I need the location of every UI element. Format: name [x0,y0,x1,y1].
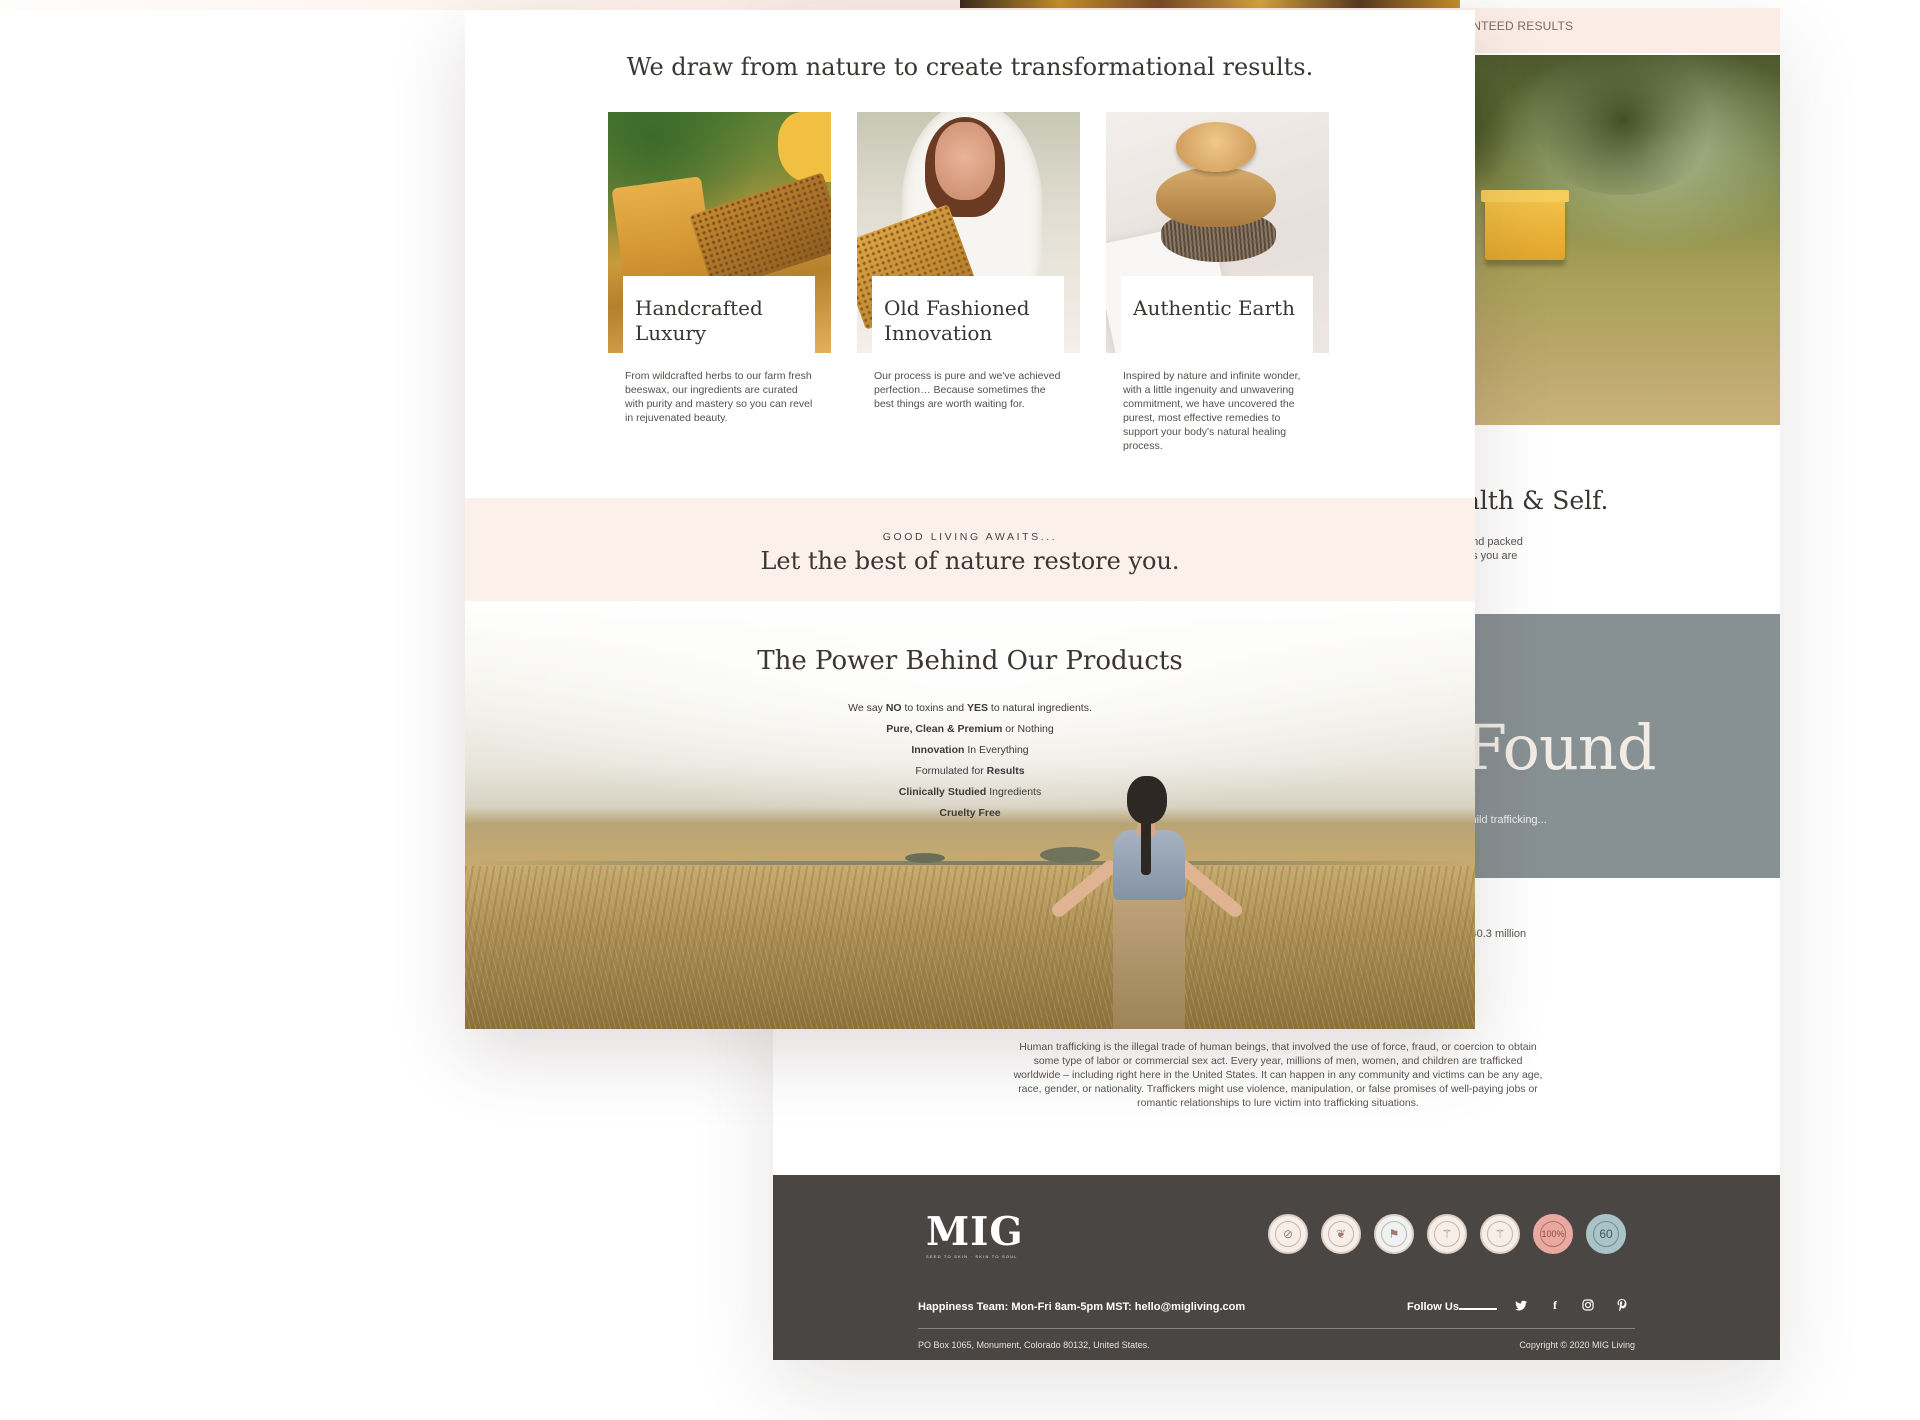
horizon [465,861,1475,865]
photo-beehive [1481,190,1569,260]
back-health-heading: alth & Self. [1465,486,1609,515]
wheat-field-hero: The Power Behind Our Products We say NO … [465,601,1475,1029]
back-health-text: and packed as you are [1466,535,1586,563]
power-line: Clinically Studied Ingredients [898,786,1042,798]
logo-tagline: SEED TO SKIN · SKIN TO SOUL [926,1254,1018,1259]
badge-plant-icon: ❦ [1321,1214,1361,1254]
badge-glyph: ⚚ [1434,1221,1460,1247]
follow-us-line [1459,1308,1497,1310]
badge-glyph: 100% [1540,1221,1566,1247]
power-list: We say NO to toxins and YES to natural i… [465,698,1475,824]
badge-100-percent-icon: 100% [1533,1214,1573,1254]
card-description: From wildcrafted herbs to our farm fresh… [625,370,813,424]
card-title: Handcrafted Luxury [635,296,763,345]
wooden-brush-photo: Authentic Earth [1106,112,1329,353]
good-living-band: GOOD LIVING AWAITS... Let the best of na… [465,498,1475,601]
footer-address: PO Box 1065, Monument, Colorado 80132, U… [918,1340,1150,1350]
card-label: Old Fashioned Innovation [872,276,1064,353]
photo-brush-base [1156,167,1276,227]
instagram-icon[interactable] [1579,1296,1597,1314]
back-health-text-line: and packed [1466,536,1523,548]
nature-heading: We draw from nature to create transforma… [626,53,1314,81]
site-footer: MIG SEED TO SKIN · SKIN TO SOUL ⊘ ❦ ⚑ ⚚ … [773,1175,1780,1360]
beekeeper-woman-photo: Old Fashioned Innovation [857,112,1080,353]
power-line: We say NO to toxins and YES to natural i… [848,702,1092,714]
power-line: Cruelty Free [939,807,1001,819]
photo-honeycomb [689,172,831,292]
woman-arm [1174,857,1245,920]
card-title: Authentic Earth [1133,296,1295,320]
card-title: Old Fashioned Innovation [884,296,1030,345]
front-page-mockup: We draw from nature to create transforma… [465,10,1475,1029]
feature-card-handcrafted[interactable]: Handcrafted Luxury From wildcrafted herb… [608,112,831,424]
back-topbar-text: ANTEED RESULTS [1464,19,1574,33]
photo-face [935,122,995,200]
power-line: Formulated for Results [915,765,1025,777]
power-title: The Power Behind Our Products [757,646,1183,676]
trafficking-paragraph: Human trafficking is the illegal trade o… [1013,1041,1543,1109]
happiness-team-contact[interactable]: Happiness Team: Mon-Fri 8am-5pm MST: hel… [918,1301,1245,1313]
card-description: Inspired by nature and infinite wonder, … [1123,370,1301,452]
logo-wordmark: MIG [926,1209,1024,1255]
power-line: Innovation In Everything [911,744,1029,756]
twitter-icon[interactable] [1512,1296,1530,1314]
facebook-icon[interactable]: f [1546,1296,1564,1314]
badge-glyph: ⊘ [1275,1221,1301,1247]
badge-glyph: ❦ [1328,1221,1354,1247]
band-kicker: GOOD LIVING AWAITS... [882,531,1058,543]
card-description: Our process is pure and we've achieved p… [874,370,1061,410]
honeycomb-photo: Handcrafted Luxury [608,112,831,353]
badge-caduceus-icon: ⚚ [1427,1214,1467,1254]
distant-trees [905,853,945,863]
badge-60-day-icon: 60 [1586,1214,1626,1254]
photo-tree [1523,55,1723,195]
back-trafficking-text: child trafficking... [1465,814,1547,826]
follow-us-label: Follow Us [1407,1301,1459,1313]
band-title: Let the best of nature restore you. [760,547,1180,575]
badge-no-toxins-icon: ⊘ [1268,1214,1308,1254]
photo-glove [778,112,831,182]
card-label: Handcrafted Luxury [623,276,815,353]
footer-copyright: Copyright © 2020 MIG Living [1519,1340,1635,1350]
card-label: Authentic Earth [1121,276,1313,353]
woman-skirt [1113,896,1185,1029]
badge-caduceus-icon: ⚚ [1480,1214,1520,1254]
power-line: Pure, Clean & Premium or Nothing [886,723,1054,735]
footer-logo[interactable]: MIG SEED TO SKIN · SKIN TO SOUL [926,1212,1024,1259]
wheat-texture [465,866,1475,1029]
feature-card-old-fashioned[interactable]: Old Fashioned Innovation Our process is … [857,112,1080,410]
badge-glyph: ⚑ [1381,1221,1407,1247]
feature-card-authentic-earth[interactable]: Authentic Earth Inspired by nature and i… [1106,112,1329,452]
footer-divider [918,1328,1635,1329]
pinterest-icon[interactable] [1613,1296,1631,1314]
badge-glyph: 60 [1593,1221,1619,1247]
badge-usa-flag-icon: ⚑ [1374,1214,1414,1254]
photo-brush-handle [1176,122,1256,172]
woman-braid [1141,820,1151,875]
back-found-heading: Found [1464,711,1657,784]
back-health-text-line: as you are [1466,550,1518,562]
badge-glyph: ⚚ [1487,1221,1513,1247]
